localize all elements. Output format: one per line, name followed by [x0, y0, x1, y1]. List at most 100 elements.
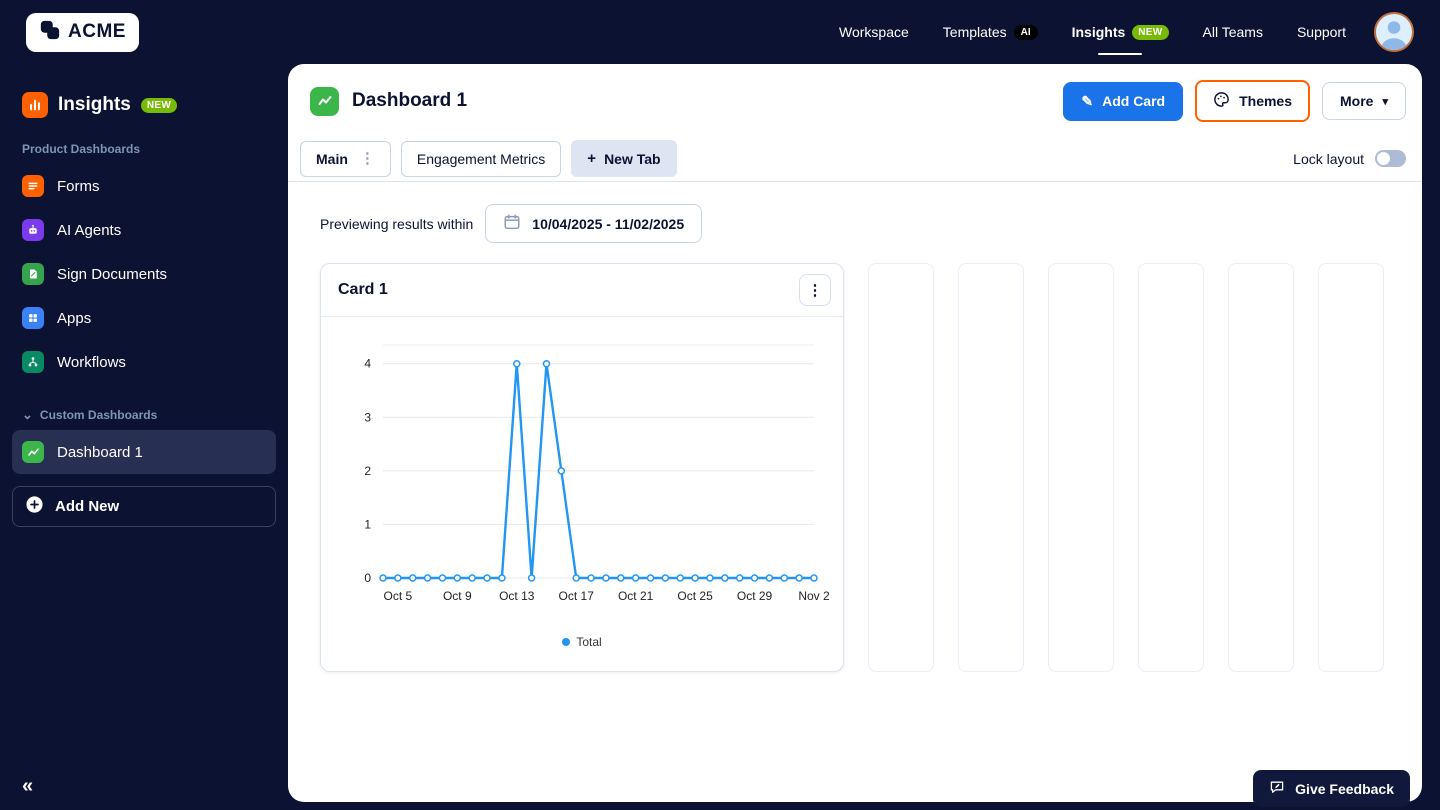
panel-header: Dashboard 1 ✎ Add Card Themes More ▾: [288, 64, 1422, 136]
card-chart-svg: 0 1 2 3 4 Oct 5 Oct 9 Oct 13 Oct 17 Oct 21 Oct 25 O…: [364, 344, 830, 603]
svg-text:Oct 13: Oct 13: [499, 589, 535, 603]
card-header: Card 1 ⋮: [321, 264, 843, 317]
kebab-icon[interactable]: ⋮: [360, 151, 375, 166]
sidebar-item-label: Apps: [57, 309, 92, 327]
feedback-label: Give Feedback: [1295, 780, 1394, 797]
sidebar-item-label: Forms: [57, 177, 100, 195]
more-button[interactable]: More ▾: [1322, 82, 1406, 120]
main-panel: Dashboard 1 ✎ Add Card Themes More ▾ Mai…: [288, 64, 1422, 802]
add-card-button[interactable]: ✎ Add Card: [1063, 81, 1184, 121]
svg-text:Oct 5: Oct 5: [384, 589, 413, 603]
sidebar-collapse-icon[interactable]: «: [22, 775, 33, 798]
chart-legend: Total: [327, 635, 837, 649]
new-badge: NEW: [1132, 24, 1169, 40]
chevron-down-icon: ⌄: [22, 407, 33, 422]
nav-workspace[interactable]: Workspace: [839, 24, 909, 40]
empty-card-slot: [1318, 263, 1384, 672]
sidebar-item-forms[interactable]: Forms: [12, 164, 276, 208]
acme-logo-icon: [39, 19, 61, 46]
sidebar-item-label: AI Agents: [57, 221, 122, 239]
calendar-icon: [503, 213, 521, 234]
plus-icon: +: [587, 150, 597, 167]
section-product-dashboards: Product Dashboards: [12, 142, 276, 156]
themes-button[interactable]: Themes: [1195, 80, 1311, 122]
sidebar-item-label: Sign Documents: [57, 265, 168, 283]
give-feedback-button[interactable]: Give Feedback: [1253, 770, 1410, 807]
svg-text:Nov 2: Nov 2: [798, 589, 830, 603]
card-title: Card 1: [338, 281, 388, 298]
nav-templates[interactable]: Templates AI: [943, 24, 1038, 40]
nav-insights[interactable]: Insights NEW: [1072, 24, 1169, 40]
circle-plus-icon: [25, 495, 44, 518]
nav-all-teams-label: All Teams: [1202, 24, 1263, 40]
dashboard-icon: [310, 86, 339, 116]
toggle-knob: [1377, 152, 1390, 165]
nav-support[interactable]: Support: [1297, 24, 1346, 40]
nav-insights-label: Insights: [1071, 24, 1126, 40]
user-avatar[interactable]: [1374, 12, 1414, 52]
add-new-button[interactable]: Add New: [12, 486, 276, 527]
nav-all-teams[interactable]: All Teams: [1203, 24, 1263, 40]
apps-icon: [22, 307, 44, 329]
nav-support-label: Support: [1296, 24, 1346, 40]
empty-card-slot: [868, 263, 934, 672]
sidebar-item-label: Dashboard 1: [57, 443, 143, 461]
insights-icon: [22, 92, 48, 118]
card-menu-button[interactable]: ⋮: [799, 274, 831, 306]
legend-label: Total: [576, 635, 602, 649]
sidebar-item-label: Workflows: [57, 353, 126, 371]
tab-label: New Tab: [604, 150, 661, 167]
tab-label: Main: [316, 150, 348, 167]
tabs-bar: Main ⋮ Engagement Metrics + New Tab Lock…: [288, 136, 1422, 182]
tab-main[interactable]: Main ⋮: [300, 140, 391, 177]
svg-text:Oct 29: Oct 29: [737, 589, 773, 603]
lock-layout-group: Lock layout: [1293, 150, 1406, 167]
date-range-value: 10/04/2025 - 11/02/2025: [532, 215, 685, 232]
palette-icon: [1213, 91, 1230, 111]
more-label: More: [1340, 93, 1374, 109]
sidebar-item-workflows[interactable]: Workflows: [12, 340, 276, 384]
ai-badge: AI: [1013, 24, 1038, 40]
tab-engagement-metrics[interactable]: Engagement Metrics: [400, 140, 562, 177]
top-navigation: Workspace Templates AI Insights NEW All …: [839, 24, 1346, 40]
tab-label: Engagement Metrics: [416, 150, 546, 167]
sidebar-item-apps[interactable]: Apps: [12, 296, 276, 340]
add-new-label: Add New: [55, 498, 120, 515]
card-1[interactable]: Card 1 ⋮ 0 1 2 3 4 Oct 5 Oct 9 Oct 13 Oct 17 Oct …: [320, 263, 844, 672]
forms-icon: [22, 175, 44, 197]
svg-text:Oct 17: Oct 17: [559, 589, 595, 603]
acme-logo[interactable]: ACME: [26, 12, 139, 52]
kebab-icon: ⋮: [807, 282, 823, 299]
svg-text:2: 2: [364, 464, 371, 478]
page-title-group: Dashboard 1: [310, 86, 468, 116]
section-custom-dashboards[interactable]: ⌄ Custom Dashboards: [12, 408, 276, 422]
pencil-icon: ✎: [1081, 92, 1094, 109]
empty-card-slot: [1138, 263, 1204, 672]
sign-documents-icon: [22, 263, 44, 285]
legend-dot-icon: [562, 638, 571, 646]
page-title: Dashboard 1: [352, 90, 468, 111]
preview-label: Previewing results within: [320, 215, 474, 232]
empty-card-slot: [1228, 263, 1294, 672]
dashboard-icon: [22, 441, 44, 463]
sidebar-new-badge: NEW: [140, 97, 178, 113]
svg-text:Oct 21: Oct 21: [618, 589, 654, 603]
dashboard-content: Previewing results within 10/04/2025 - 1…: [288, 182, 1422, 672]
sidebar-item-sign-documents[interactable]: Sign Documents: [12, 252, 276, 296]
sidebar-title: Insights: [58, 94, 131, 115]
new-tab-button[interactable]: + New Tab: [571, 140, 677, 177]
nav-workspace-label: Workspace: [839, 24, 909, 40]
empty-card-slot: [958, 263, 1024, 672]
date-range-picker[interactable]: 10/04/2025 - 11/02/2025: [485, 204, 703, 243]
themes-label: Themes: [1239, 93, 1293, 109]
preview-row: Previewing results within 10/04/2025 - 1…: [320, 204, 1406, 243]
person-icon: [1380, 21, 1408, 50]
add-card-label: Add Card: [1102, 93, 1166, 109]
lock-layout-toggle[interactable]: [1375, 150, 1406, 167]
svg-text:Oct 25: Oct 25: [677, 589, 713, 603]
sidebar-item-ai-agents[interactable]: AI Agents: [12, 208, 276, 252]
topbar: ACME Workspace Templates AI Insights NEW…: [0, 0, 1440, 64]
sidebar-item-dashboard-1[interactable]: Dashboard 1: [12, 430, 276, 474]
ai-agents-icon: [22, 219, 44, 241]
sidebar-title-row: Insights NEW: [12, 92, 276, 118]
